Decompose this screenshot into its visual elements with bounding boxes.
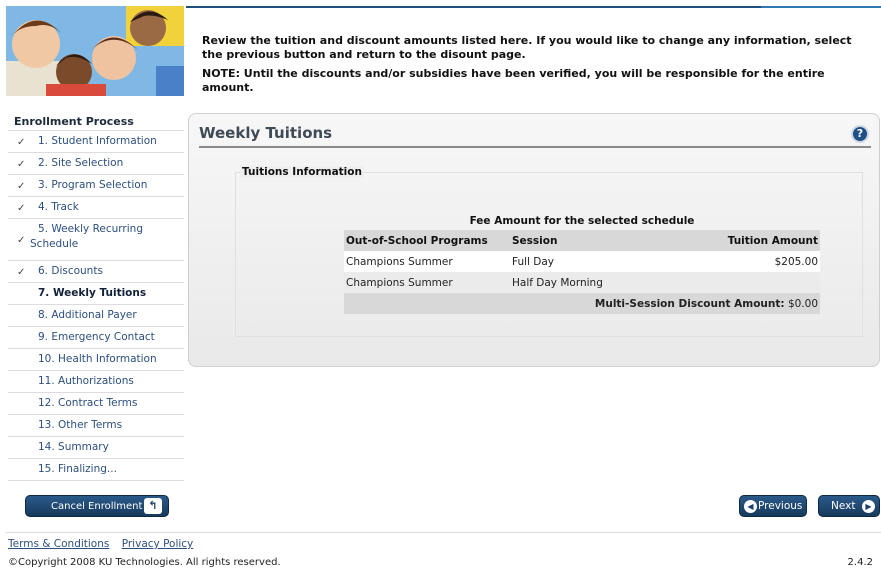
version-number: 2.4.2	[847, 557, 873, 568]
cell-amount: $205.00	[660, 251, 820, 272]
sidebar-item-contract-terms[interactable]: 12. Contract Terms	[8, 393, 184, 415]
terms-link[interactable]: Terms & Conditions	[8, 538, 109, 550]
checkmark-icon: ✓	[17, 181, 26, 192]
privacy-link[interactable]: Privacy Policy	[122, 538, 194, 550]
sidebar-item-label: 14. Summary	[38, 441, 109, 453]
sidebar-item-label: 1. Student Information	[38, 135, 157, 147]
sidebar-item-other-terms[interactable]: 13. Other Terms	[8, 415, 184, 437]
children-photo-image	[6, 6, 184, 96]
checkmark-icon: ✓	[17, 137, 26, 148]
checkmark-icon: ✓	[17, 267, 26, 278]
arrow-left-icon: ◀	[744, 500, 757, 513]
next-button[interactable]: Next ▶	[818, 495, 880, 517]
help-icon[interactable]: ?	[851, 125, 869, 143]
title-divider	[199, 146, 871, 148]
sidebar-item-label: 2. Site Selection	[38, 157, 124, 169]
fee-table: Out-of-School Programs Session Tuition A…	[344, 230, 820, 314]
sidebar-item-label: 5. Weekly Recurring	[38, 223, 143, 235]
sidebar-item-label: 7. Weekly Tuitions	[38, 287, 147, 299]
sidebar-item-label: 4. Track	[38, 201, 79, 213]
sidebar-item-label: 10. Health Information	[38, 353, 157, 365]
cancel-enrollment-label: Cancel Enrollment	[51, 501, 143, 512]
cell-program: Champions Summer	[344, 272, 510, 293]
sidebar-item-summary[interactable]: 14. Summary	[8, 437, 184, 459]
sidebar-item-program-selection[interactable]: ✓ 3. Program Selection	[8, 175, 184, 197]
previous-button[interactable]: ◀ Previous	[739, 495, 807, 517]
cell-session: Half Day Morning	[510, 272, 660, 293]
next-label: Next	[831, 500, 856, 512]
sidebar-item-health-information[interactable]: 10. Health Information	[8, 349, 184, 371]
sidebar-item-label: 11. Authorizations	[38, 375, 134, 387]
cell-session: Full Day	[510, 251, 660, 272]
header-rule	[186, 6, 881, 8]
discount-cell: Multi-Session Discount Amount: $0.00	[344, 293, 820, 314]
table-header-row: Out-of-School Programs Session Tuition A…	[344, 230, 820, 251]
checkmark-icon: ✓	[17, 235, 26, 246]
enrollment-steps: ✓ 1. Student Information ✓ 2. Site Selec…	[8, 130, 184, 481]
sidebar-item-finalizing[interactable]: 15. Finalizing...	[8, 459, 184, 481]
sidebar-item-authorizations[interactable]: 11. Authorizations	[8, 371, 184, 393]
cell-amount	[660, 272, 820, 293]
checkmark-icon: ✓	[17, 203, 26, 214]
cell-program: Champions Summer	[344, 251, 510, 272]
sidebar-title: Enrollment Process	[14, 115, 134, 128]
instructions-text: Review the tuition and discount amounts …	[202, 34, 852, 61]
sidebar-item-label: 9. Emergency Contact	[38, 331, 155, 343]
column-header-amount: Tuition Amount	[660, 230, 820, 251]
enrollment-sidebar: Enrollment Process ✓ 1. Student Informat…	[8, 114, 184, 481]
sidebar-item-weekly-recurring-schedule[interactable]: ✓ 5. Weekly Recurring Schedule	[8, 219, 184, 261]
page-title: Weekly Tuitions	[199, 124, 333, 142]
previous-label: Previous	[758, 500, 803, 512]
sidebar-item-label: 3. Program Selection	[38, 179, 148, 191]
sidebar-item-label: 6. Discounts	[38, 265, 103, 277]
sidebar-item-track[interactable]: ✓ 4. Track	[8, 197, 184, 219]
checkmark-icon: ✓	[17, 159, 26, 170]
arrow-right-icon: ▶	[862, 500, 875, 513]
sidebar-item-weekly-tuitions[interactable]: 7. Weekly Tuitions	[8, 283, 184, 305]
sidebar-item-label-cont: Schedule	[30, 238, 79, 250]
tuitions-information-section: Tuitions Information Fee Amount for the …	[235, 166, 863, 337]
sidebar-item-label: 13. Other Terms	[38, 419, 123, 431]
sidebar-item-site-selection[interactable]: ✓ 2. Site Selection	[8, 153, 184, 175]
discount-row: Multi-Session Discount Amount: $0.00	[344, 293, 820, 314]
column-header-session: Session	[510, 230, 660, 251]
copyright-text: ©Copyright 2008 KU Technologies. All rig…	[8, 557, 281, 568]
table-row: Champions Summer Half Day Morning	[344, 272, 820, 293]
sidebar-item-discounts[interactable]: ✓ 6. Discounts	[8, 261, 184, 283]
weekly-tuitions-panel: Weekly Tuitions ? Tuitions Information F…	[188, 113, 880, 367]
header-photo	[6, 6, 184, 96]
sidebar-item-label: 12. Contract Terms	[38, 397, 138, 409]
table-caption: Fee Amount for the selected schedule	[469, 215, 695, 227]
instructions: Review the tuition and discount amounts …	[202, 34, 862, 95]
sidebar-item-emergency-contact[interactable]: 9. Emergency Contact	[8, 327, 184, 349]
discount-label: Multi-Session Discount Amount:	[594, 297, 785, 310]
return-arrow-icon: ↰	[144, 498, 162, 514]
sidebar-item-label: 15. Finalizing...	[38, 463, 117, 475]
discount-value: $0.00	[787, 297, 818, 310]
table-row: Champions Summer Full Day $205.00	[344, 251, 820, 272]
sidebar-item-label: 8. Additional Payer	[38, 309, 137, 321]
footer-divider	[6, 532, 881, 533]
sidebar-item-student-information[interactable]: ✓ 1. Student Information	[8, 131, 184, 153]
cancel-enrollment-button[interactable]: Cancel Enrollment ↰	[25, 495, 169, 517]
sidebar-item-additional-payer[interactable]: 8. Additional Payer	[8, 305, 184, 327]
section-legend: Tuitions Information	[240, 166, 364, 178]
instructions-note: NOTE: Until the discounts and/or subsidi…	[202, 67, 825, 94]
footer-links: Terms & Conditions Privacy Policy	[8, 538, 202, 550]
column-header-program: Out-of-School Programs	[344, 230, 510, 251]
